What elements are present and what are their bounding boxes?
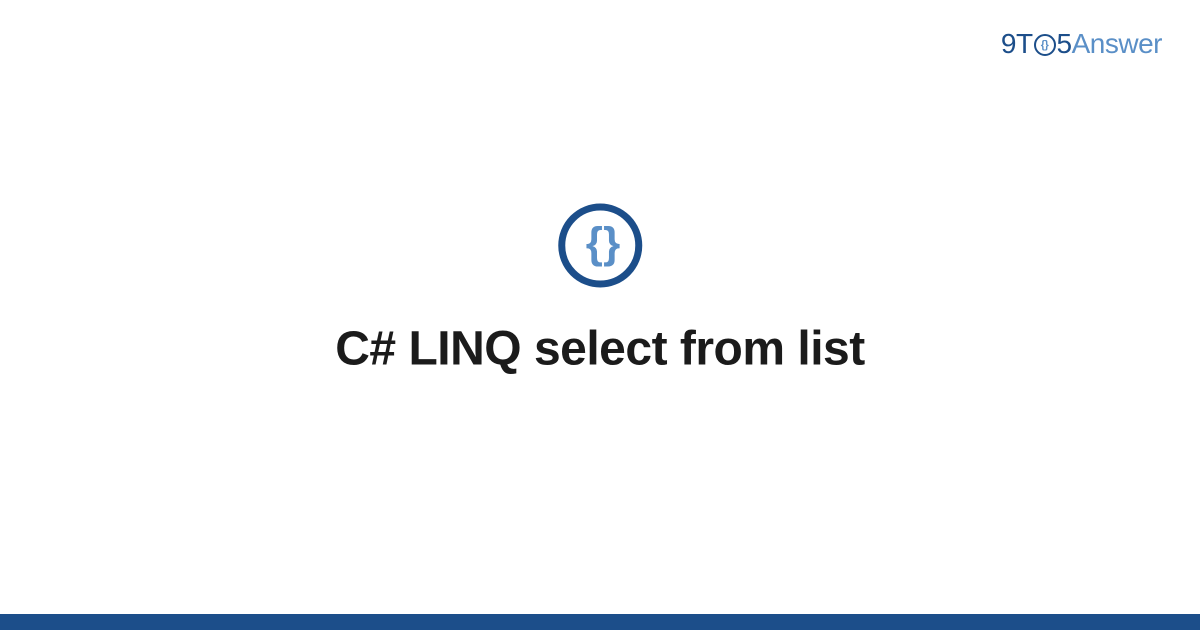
- brand-t: T: [1016, 28, 1033, 59]
- brand-o-icon: {}: [1034, 34, 1056, 56]
- footer-accent-bar: [0, 614, 1200, 630]
- braces-icon: { }: [586, 221, 614, 265]
- brand-answer: Answer: [1072, 28, 1162, 59]
- main-content: { } C# LINQ select from list: [335, 203, 864, 376]
- brand-nine: 9: [1001, 28, 1016, 59]
- brand-five: 5: [1057, 28, 1072, 59]
- code-category-icon: { }: [558, 203, 642, 287]
- site-brand: 9T {} 5Answer: [1001, 28, 1162, 60]
- brand-o-braces: {}: [1041, 39, 1049, 51]
- question-title: C# LINQ select from list: [335, 321, 864, 376]
